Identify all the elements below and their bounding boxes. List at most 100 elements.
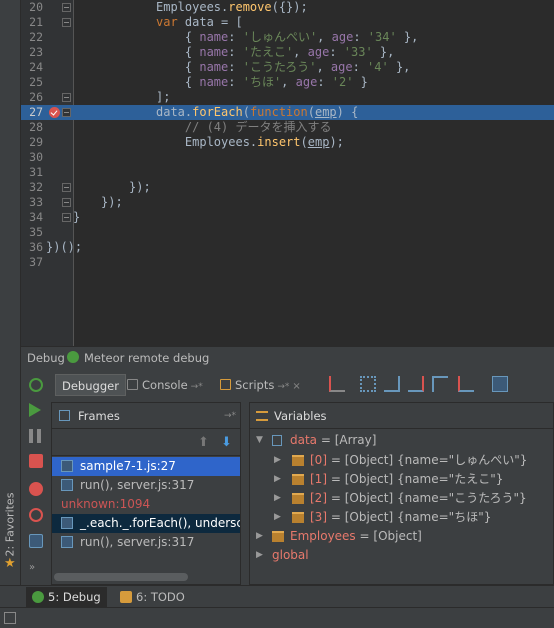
code-line[interactable]: 24 { name: 'こうたろう', age: '4' },: [21, 60, 554, 75]
code-line[interactable]: 27 data.forEach(function(emp) {: [21, 105, 554, 120]
object-icon: [292, 512, 304, 523]
run-to-cursor-icon[interactable]: [458, 376, 474, 392]
frame-label: run(), server.js:317: [80, 478, 195, 492]
stop-icon[interactable]: [29, 454, 43, 468]
step-into-icon[interactable]: [384, 376, 400, 392]
resume-icon[interactable]: [29, 403, 41, 417]
frame-label: unknown:1094: [61, 497, 151, 511]
line-number: 20: [29, 0, 43, 14]
todo-icon: [120, 591, 132, 603]
var-value: = [Array]: [320, 433, 377, 447]
code-line[interactable]: 31: [21, 165, 554, 180]
frame-item[interactable]: _.each._.forEach(), underscore: [52, 514, 240, 533]
code-line[interactable]: 23 { name: 'たえこ', age: '33' },: [21, 45, 554, 60]
expand-triangle-icon[interactable]: ▶: [274, 451, 281, 470]
view-breakpoints-icon[interactable]: [29, 482, 43, 496]
show-execution-point-icon[interactable]: [329, 376, 345, 392]
variables-icon: [256, 411, 268, 421]
mute-breakpoints-icon[interactable]: [29, 508, 43, 522]
frame-item[interactable]: run(), server.js:317: [52, 476, 240, 495]
favorites-tab[interactable]: 2: Favorites: [3, 490, 17, 560]
tab-debugger[interactable]: Debugger: [55, 374, 126, 396]
code-line[interactable]: 25 { name: 'ちほ', age: '2' }: [21, 75, 554, 90]
layout-settings-icon[interactable]: [29, 534, 43, 548]
fold-marker-icon[interactable]: [62, 93, 71, 102]
var-name: global: [272, 548, 309, 562]
code-line[interactable]: 28 // (4) データを挿入する: [21, 120, 554, 135]
expand-triangle-icon[interactable]: ▶: [256, 546, 263, 565]
expand-triangle-icon[interactable]: ▶: [256, 527, 263, 546]
expand-triangle-icon[interactable]: ▶: [274, 489, 281, 508]
variables-panel: Variables ▼ data = [Array] ▶ [0] = [Obje…: [249, 402, 554, 585]
code-text: ];: [156, 90, 171, 104]
next-frame-icon[interactable]: ⬇: [221, 435, 232, 450]
frames-scrollbar[interactable]: [54, 573, 188, 581]
code-line[interactable]: 29 Employees.insert(emp);: [21, 135, 554, 150]
js-file-icon: [61, 460, 73, 472]
todo-tool-tab[interactable]: 6: TODO: [114, 587, 191, 607]
code-text: data.forEach(function(emp) {: [156, 105, 359, 119]
code-line[interactable]: 22 { name: 'しゅんぺい', age: '34' },: [21, 30, 554, 45]
code-line[interactable]: 34}: [21, 210, 554, 225]
rerun-icon[interactable]: [29, 378, 43, 392]
line-number: 35: [29, 225, 43, 239]
code-text: // (4) データを挿入する: [156, 120, 332, 134]
frame-item[interactable]: run(), server.js:317: [52, 533, 240, 552]
var-value: = [Object] {name="こうたろう"}: [330, 491, 527, 505]
breakpoint-icon[interactable]: [49, 107, 60, 118]
code-text: Employees.insert(emp);: [156, 135, 344, 149]
fold-marker-icon[interactable]: [62, 198, 71, 207]
debug-tool-window-header: Debug Meteor remote debug: [21, 346, 554, 368]
collapse-triangle-icon[interactable]: ▼: [256, 431, 263, 450]
code-line[interactable]: 21 var data = [: [21, 15, 554, 30]
object-icon: [292, 474, 304, 485]
frame-item[interactable]: sample7-1.js:27: [52, 457, 240, 476]
frame-item[interactable]: unknown:1094: [52, 495, 240, 514]
pause-icon[interactable]: [29, 429, 41, 443]
fold-marker-icon[interactable]: [62, 108, 71, 117]
step-out-icon[interactable]: [432, 376, 448, 392]
previous-frame-icon[interactable]: ⬆: [198, 435, 209, 450]
code-editor[interactable]: 20 Employees.remove({}); 21 var data = [22 …: [21, 0, 554, 346]
close-icon[interactable]: ×: [292, 381, 300, 392]
code-line[interactable]: 37: [21, 255, 554, 270]
scripts-icon: [220, 379, 231, 390]
frame-label: _.each._.forEach(), underscore: [80, 516, 240, 530]
var-name: [1]: [310, 472, 327, 486]
pin-icon[interactable]: →*: [277, 382, 289, 392]
frames-header: Frames →*: [52, 403, 240, 429]
debug-config-name[interactable]: Meteor remote debug: [84, 351, 209, 365]
line-number: 36: [29, 240, 43, 254]
code-line[interactable]: 33});: [21, 195, 554, 210]
code-line[interactable]: 32});: [21, 180, 554, 195]
evaluate-expression-icon[interactable]: [492, 376, 508, 392]
fold-marker-icon[interactable]: [62, 183, 71, 192]
fold-marker-icon[interactable]: [62, 213, 71, 222]
code-line[interactable]: 20 Employees.remove({});: [21, 0, 554, 15]
var-name: [2]: [310, 491, 327, 505]
js-file-icon: [61, 517, 73, 529]
line-number: 30: [29, 150, 43, 164]
star-icon: ★: [4, 556, 16, 571]
force-step-into-icon[interactable]: [408, 376, 424, 392]
step-over-icon[interactable]: [360, 376, 376, 392]
fold-marker-icon[interactable]: [62, 18, 71, 27]
line-number: 32: [29, 180, 43, 194]
pin-icon[interactable]: →*: [191, 382, 203, 392]
expand-triangle-icon[interactable]: ▶: [274, 470, 281, 489]
more-actions-icon[interactable]: »: [29, 562, 43, 576]
expand-triangle-icon[interactable]: ▶: [274, 508, 281, 527]
favorites-label: 2: Favorites: [3, 492, 17, 557]
tab-console[interactable]: Console →*: [121, 374, 209, 396]
pin-icon[interactable]: →*: [224, 403, 236, 429]
toggle-tool-windows-icon[interactable]: [4, 612, 16, 624]
tab-scripts[interactable]: Scripts →* ×: [214, 374, 307, 396]
debug-tool-tab[interactable]: 5: Debug: [26, 587, 107, 607]
fold-marker-icon[interactable]: [62, 3, 71, 12]
object-icon: [292, 455, 304, 466]
code-line[interactable]: 35: [21, 225, 554, 240]
code-line[interactable]: 26];: [21, 90, 554, 105]
code-line[interactable]: 30: [21, 150, 554, 165]
array-icon: [272, 435, 282, 446]
code-line[interactable]: 36})();: [21, 240, 554, 255]
